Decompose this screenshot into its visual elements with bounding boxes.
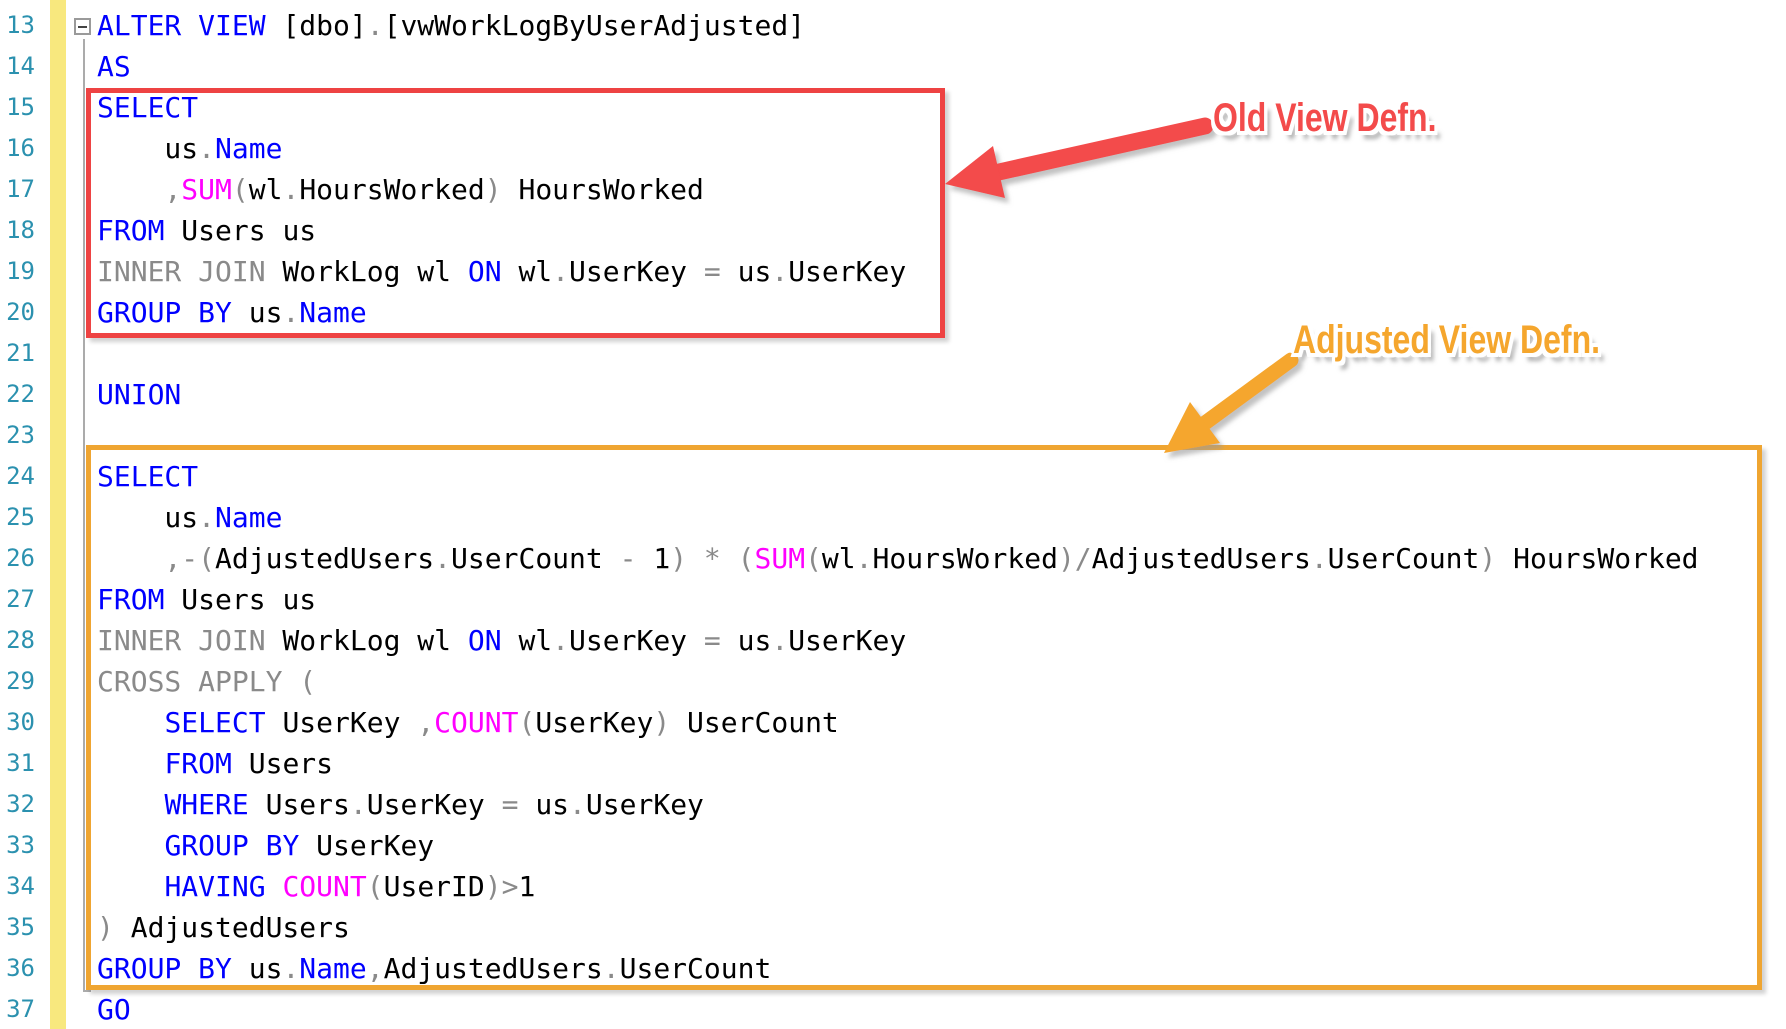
minus-icon [78, 25, 87, 28]
line-number[interactable]: 33 [0, 825, 35, 866]
line-number[interactable]: 35 [0, 907, 35, 948]
adjusted-view-defn-box [86, 445, 1762, 990]
line-number[interactable]: 21 [0, 333, 35, 374]
line-number[interactable]: 28 [0, 620, 35, 661]
adjusted-view-defn-label: Adjusted View Defn. [1293, 318, 1601, 362]
line-number[interactable]: 29 [0, 661, 35, 702]
old-view-defn-box [86, 88, 945, 338]
line-number[interactable]: 17 [0, 169, 35, 210]
code-line[interactable]: 14 AS [0, 46, 1699, 87]
line-number[interactable]: 13 [0, 5, 35, 46]
line-number[interactable]: 30 [0, 702, 35, 743]
code-text[interactable]: UNION [35, 374, 181, 415]
code-text[interactable]: AS [35, 46, 131, 87]
code-text[interactable]: ALTER VIEW [dbo].[vwWorkLogByUserAdjuste… [35, 5, 805, 46]
line-number[interactable]: 23 [0, 415, 35, 456]
line-number[interactable]: 14 [0, 46, 35, 87]
line-number[interactable]: 32 [0, 784, 35, 825]
code-text[interactable] [35, 333, 97, 374]
line-number[interactable]: 31 [0, 743, 35, 784]
collapse-region-icon[interactable] [74, 18, 91, 35]
line-number[interactable]: 37 [0, 989, 35, 1029]
code-line[interactable]: 13 ALTER VIEW [dbo].[vwWorkLogByUserAdjus… [0, 5, 1699, 46]
line-number[interactable]: 36 [0, 948, 35, 989]
line-number[interactable]: 20 [0, 292, 35, 333]
line-number[interactable]: 18 [0, 210, 35, 251]
line-number[interactable]: 25 [0, 497, 35, 538]
line-number[interactable]: 27 [0, 579, 35, 620]
sql-editor: 13 ALTER VIEW [dbo].[vwWorkLogByUserAdjus… [0, 0, 1786, 1029]
code-line[interactable]: 37 GO [0, 989, 1699, 1029]
line-number[interactable]: 26 [0, 538, 35, 579]
code-text[interactable]: GO [35, 989, 131, 1029]
old-view-defn-label: Old View Defn. [1213, 96, 1437, 140]
line-number[interactable]: 24 [0, 456, 35, 497]
code-line[interactable]: 22 UNION [0, 374, 1699, 415]
line-number[interactable]: 34 [0, 866, 35, 907]
line-number[interactable]: 16 [0, 128, 35, 169]
line-number[interactable]: 22 [0, 374, 35, 415]
line-number[interactable]: 15 [0, 87, 35, 128]
line-number[interactable]: 19 [0, 251, 35, 292]
